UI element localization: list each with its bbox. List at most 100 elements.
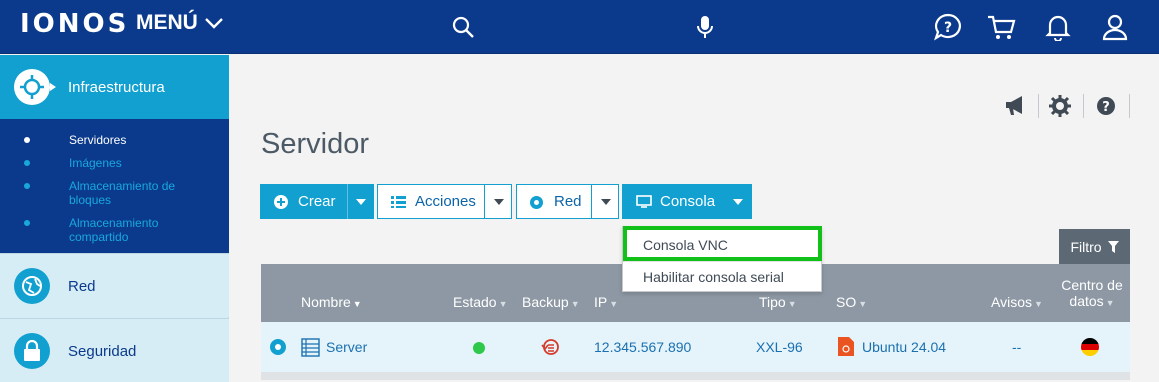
sidebar-item-images[interactable]: Imágenes (69, 156, 219, 170)
caret-down-icon (600, 198, 611, 205)
column-header-name[interactable]: Nombre ▼ (301, 294, 362, 312)
plus-circle-icon (274, 195, 288, 209)
column-header-status[interactable]: Estado ▼ (453, 294, 508, 312)
caret-down-icon (733, 198, 743, 205)
user-icon[interactable] (1099, 11, 1131, 43)
column-header-backup[interactable]: Backup ▼ (522, 294, 580, 312)
column-header-type[interactable]: Tipo ▼ (759, 294, 797, 312)
backup-icon[interactable] (541, 337, 559, 357)
sort-caret-icon: ▼ (570, 299, 580, 309)
console-label: Consola (660, 193, 716, 210)
monitor-icon (636, 195, 652, 208)
network-dropdown-toggle[interactable] (591, 185, 619, 218)
page-title: Servidor (261, 128, 369, 160)
table-row[interactable]: Server 12.345.567.890 XXL-96 Ubuntu 24.0… (261, 322, 1130, 372)
create-label: Crear (298, 193, 336, 210)
germany-flag-icon (1081, 338, 1099, 356)
console-dropdown-toggle[interactable] (724, 184, 752, 219)
sort-caret-icon: ▼ (498, 299, 508, 309)
funnel-icon (1107, 240, 1119, 253)
divider (1038, 94, 1039, 118)
infrastructure-icon (14, 69, 50, 105)
column-header-label: Nombre (301, 294, 351, 310)
actions-label: Acciones (415, 193, 476, 210)
sidebar-item-label: Infraestructura (68, 79, 165, 96)
column-header-label: Backup (522, 294, 569, 310)
top-navigation-bar: IONOS MENÚ ? (0, 0, 1159, 54)
status-dot-icon (473, 342, 485, 354)
ip-address: 12.345.567.890 (594, 339, 692, 355)
svg-text:?: ? (944, 20, 952, 36)
actions-button[interactable]: Acciones (377, 184, 512, 219)
svg-text:?: ? (1102, 100, 1110, 115)
sort-caret-icon: ▼ (352, 299, 362, 309)
submenu-caret-icon (20, 111, 34, 119)
bullet-icon (24, 137, 30, 143)
filter-label: Filtro (1070, 238, 1102, 255)
network-label: Red (554, 193, 582, 210)
network-icon (530, 196, 543, 209)
list-icon (391, 196, 406, 208)
column-header-label: datos (1069, 293, 1104, 309)
menu-item-serial-console[interactable]: Habilitar consola serial (623, 261, 821, 293)
help-chat-icon[interactable]: ? (932, 11, 964, 43)
ubuntu-icon (838, 337, 854, 356)
cart-icon[interactable] (985, 11, 1017, 43)
caret-down-icon (493, 198, 504, 205)
bullet-icon (24, 183, 30, 189)
network-globe-icon (14, 268, 50, 304)
row-select-radio[interactable] (270, 339, 286, 355)
column-header-os[interactable]: SO ▼ (836, 294, 867, 312)
actions-dropdown-toggle[interactable] (484, 185, 512, 218)
submenu-infrastructure: Servidores Imágenes Almacenamiento de bl… (0, 119, 229, 253)
search-icon[interactable] (447, 11, 479, 43)
create-dropdown-toggle[interactable] (347, 184, 374, 219)
sidebar-item-security[interactable]: Seguridad (0, 318, 229, 382)
column-header-datacenter[interactable]: Centro de datos ▼ (1057, 277, 1127, 311)
alerts-value: -- (1012, 339, 1022, 355)
sidebar-item-network[interactable]: Red (0, 253, 229, 317)
bullet-icon (24, 160, 30, 166)
caret-down-icon (356, 198, 366, 205)
sidebar-item-servers[interactable]: Servidores (69, 133, 219, 147)
divider (1129, 94, 1130, 118)
menu-button[interactable]: MENÚ (136, 10, 224, 36)
sidebar-item-label: Red (68, 278, 96, 295)
sidebar-item-shared-storage[interactable]: Almacenamiento compartido (69, 216, 219, 244)
network-button[interactable]: Red (516, 184, 619, 219)
lock-icon (14, 333, 50, 369)
bell-icon[interactable] (1042, 11, 1074, 43)
gear-icon[interactable] (1049, 92, 1073, 120)
ionos-logo[interactable]: IONOS (20, 9, 129, 39)
create-button[interactable]: Crear (260, 184, 374, 219)
column-header-label: Estado (453, 294, 497, 310)
sort-caret-icon: ▼ (1105, 298, 1115, 308)
column-header-label: Avisos (991, 294, 1032, 310)
help-icon[interactable]: ? (1095, 92, 1117, 120)
divider (1083, 94, 1084, 118)
column-header-label: IP (594, 294, 608, 310)
section-pointer-icon (50, 83, 56, 91)
sidebar-item-label: Seguridad (68, 343, 137, 360)
table-row[interactable] (261, 372, 1130, 380)
column-header-ip[interactable]: IP ▼ (594, 294, 618, 312)
sort-caret-icon: ▼ (787, 299, 797, 309)
sidebar: Infraestructura Servidores Imágenes Alma… (0, 55, 229, 382)
server-icon (301, 338, 320, 357)
column-header-alerts[interactable]: Avisos ▼ (991, 294, 1043, 312)
menu-label: MENÚ (136, 11, 198, 34)
sort-caret-icon: ▼ (858, 299, 868, 309)
console-button[interactable]: Consola (622, 184, 752, 219)
operating-system: Ubuntu 24.04 (862, 339, 947, 355)
server-type: XXL-96 (756, 339, 803, 355)
filter-button[interactable]: Filtro (1059, 229, 1130, 264)
sidebar-item-infrastructure[interactable]: Infraestructura (0, 55, 229, 119)
sort-caret-icon: ▼ (609, 299, 619, 309)
server-name-link[interactable]: Server (326, 339, 367, 355)
sidebar-item-block-storage[interactable]: Almacenamiento de bloques (69, 179, 219, 207)
chevron-down-icon (204, 18, 223, 29)
microphone-icon[interactable] (689, 11, 721, 43)
announcement-icon[interactable] (1004, 92, 1028, 120)
sort-caret-icon: ▼ (1033, 299, 1043, 309)
highlight-box (623, 226, 822, 261)
